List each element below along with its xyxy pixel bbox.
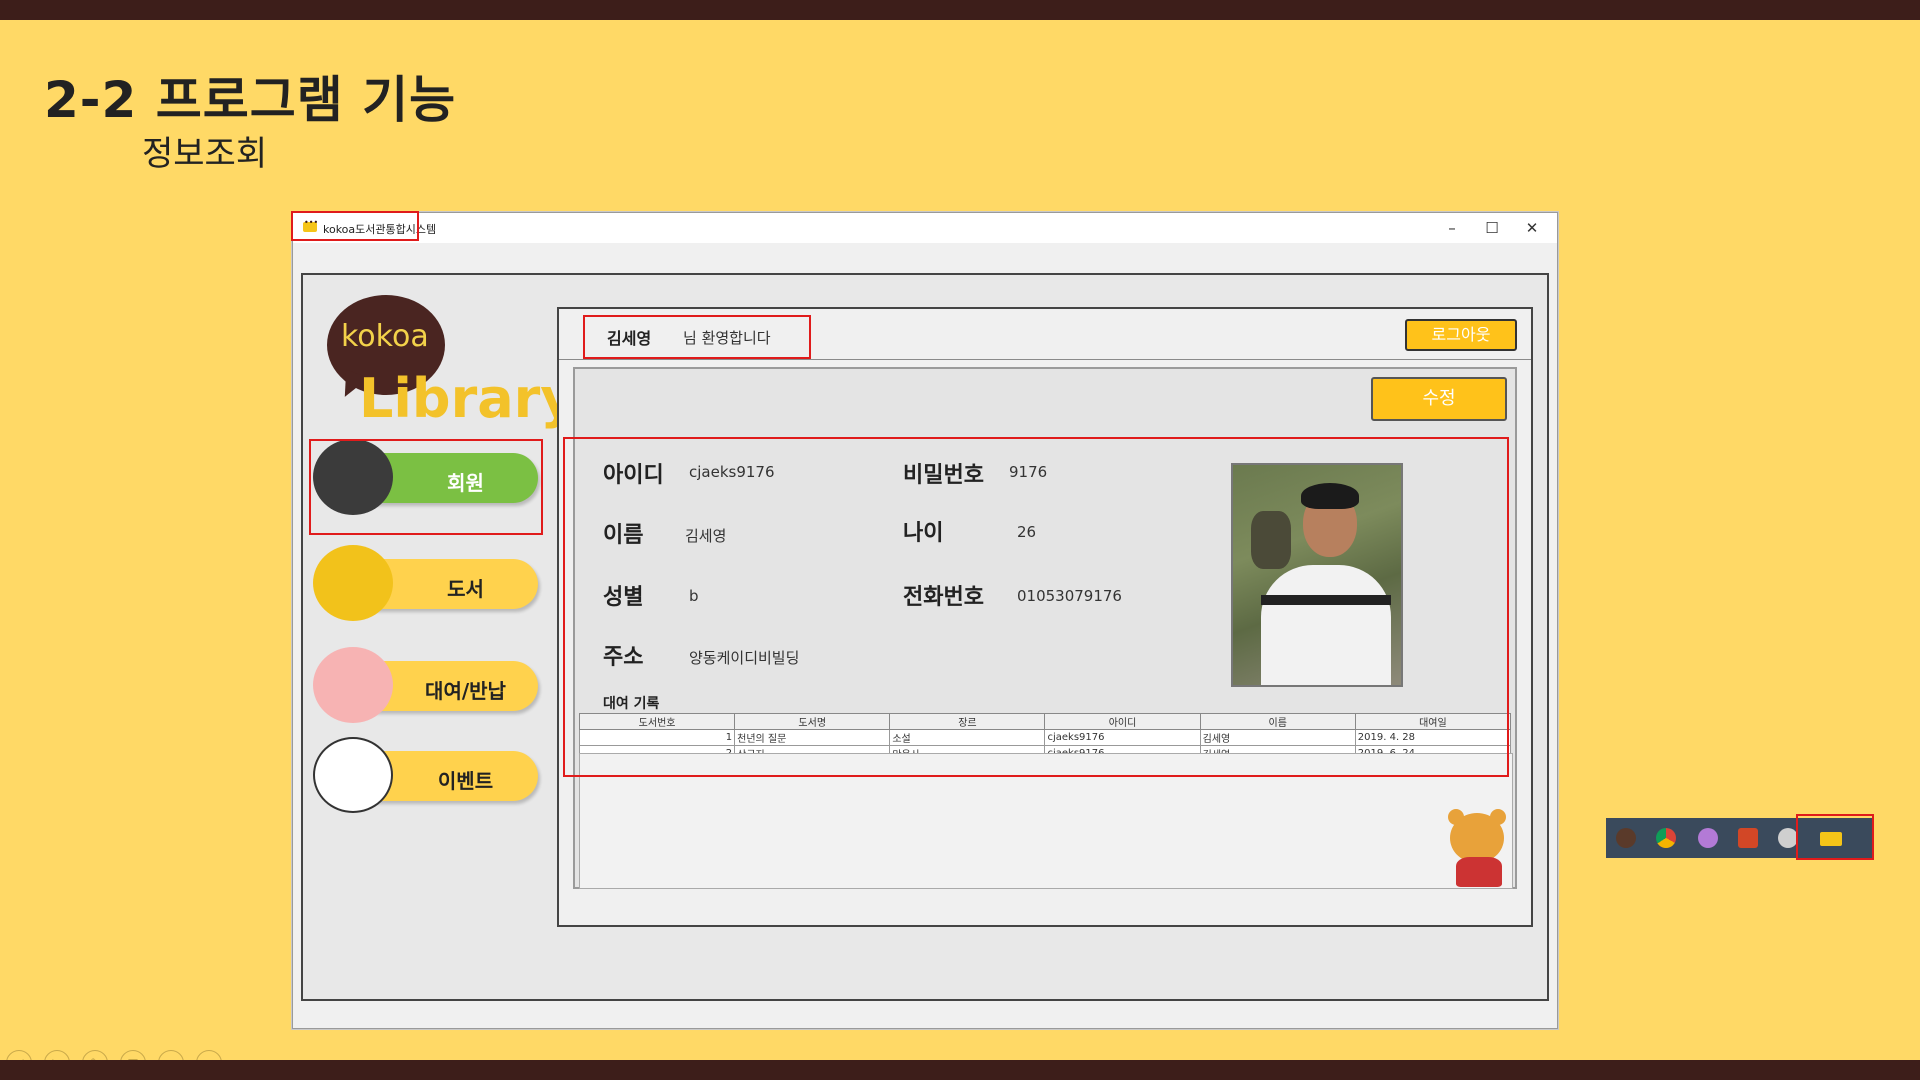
menu-book-button[interactable]: 도서 [313,545,538,621]
slide-top-bar [0,0,1920,20]
content-frame: 김세영 님 환영합니다 로그아웃 수정 아이디 cjaeks9176 비밀번호 … [557,307,1533,927]
logo-text: kokoa [341,319,429,354]
minimize-button[interactable]: – [1439,217,1465,239]
main-panel: kokoa Library 회원 도서 대여/반납 이벤트 김세영 님 환영합니… [301,273,1549,1001]
slide-bottom-bar [0,1060,1920,1080]
info-highlight-box [563,437,1509,777]
logout-button[interactable]: 로그아웃 [1405,319,1517,351]
taskbar-highlight-box [1796,814,1874,860]
menu-event-button[interactable]: 이벤트 [313,737,538,813]
title-highlight-box [291,211,419,241]
close-button[interactable]: ✕ [1519,217,1545,239]
paint-app-icon[interactable] [1698,828,1718,848]
window-titlebar[interactable]: kokoa도서관통합시스템 – ☐ ✕ [293,213,1557,243]
menu-label: 도서 [447,577,484,601]
welcome-highlight-box [583,315,811,359]
menu-label: 대여/반납 [425,679,506,703]
slide-title: 2-2 프로그램 기능 [44,71,457,129]
maximize-button[interactable]: ☐ [1479,217,1505,239]
ryan-body [1456,857,1502,887]
tray-app-icon[interactable] [1778,828,1798,848]
app-window: kokoa도서관통합시스템 – ☐ ✕ kokoa Library 회원 도서 … [291,211,1558,1029]
menu-label: 이벤트 [437,769,494,793]
menu-rental-button[interactable]: 대여/반납 [313,647,538,723]
powerpoint-icon[interactable] [1738,828,1758,848]
library-text: Library [359,367,576,430]
game-app-icon[interactable] [1616,828,1636,848]
slide-subtitle: 정보조회 [142,134,268,174]
chrome-icon[interactable] [1656,828,1676,848]
edit-button[interactable]: 수정 [1371,377,1507,421]
ryan-character-icon [1450,813,1504,863]
member-highlight-box [309,439,543,535]
